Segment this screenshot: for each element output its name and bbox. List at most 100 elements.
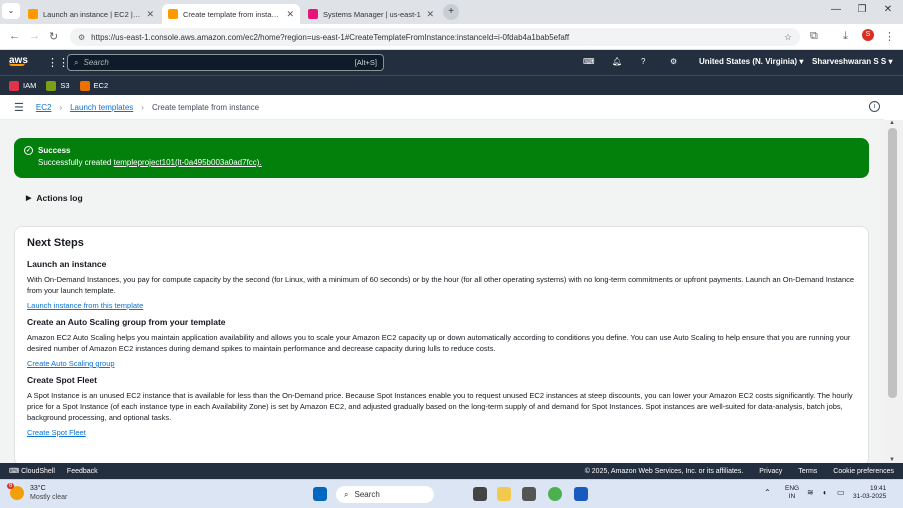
search-shortcut: [Alt+S] <box>354 58 377 67</box>
site-info-icon[interactable]: ⚙ <box>78 33 85 42</box>
next-steps-panel: Next Steps Launch an instance With On-De… <box>14 226 869 466</box>
help-icon[interactable]: ? <box>641 57 645 66</box>
close-tab-icon[interactable]: ✕ <box>286 9 294 20</box>
taskbar-search-label: Search <box>354 490 380 499</box>
account-menu[interactable]: Sharveshwaran S S ▾ <box>812 57 893 66</box>
windows-start-icon[interactable] <box>313 487 327 501</box>
notifications-bell-icon[interactable]: 🔔︎ <box>612 57 622 66</box>
region-selector[interactable]: United States (N. Virginia) ▾ <box>699 57 803 66</box>
language-indicator[interactable]: ENG IN <box>785 485 799 501</box>
template-link[interactable]: templeproject101(lt-0a495b003a0ad7fcc). <box>114 158 262 167</box>
tab-search-icon[interactable]: ⌄ <box>2 3 20 19</box>
chevron-right-icon: › <box>141 102 144 112</box>
battery-icon[interactable]: ▭ <box>837 488 845 497</box>
aws-logo[interactable]: aws <box>9 55 28 66</box>
volume-icon[interactable]: ◖ <box>822 488 827 497</box>
extensions-icon[interactable]: ⧉ <box>810 30 818 43</box>
feedback-link[interactable]: Feedback <box>67 468 98 475</box>
search-input[interactable]: ⌕ Search [Alt+S] <box>67 54 384 71</box>
weather-widget[interactable]: 6 33°C Mostly clear <box>7 483 68 502</box>
url-bar[interactable]: ⚙ https://us-east-1.console.aws.amazon.c… <box>70 28 800 46</box>
flash-message: Successfully created <box>38 158 114 167</box>
console-footer: ⌨ CloudShell Feedback © 2025, Amazon Web… <box>0 463 903 479</box>
word-icon[interactable] <box>574 487 588 501</box>
search-icon: ⌕ <box>74 57 79 67</box>
task-view-icon[interactable] <box>473 487 487 501</box>
step-auto-scaling: Create an Auto Scaling group from your t… <box>27 317 856 368</box>
systems-manager-favicon-icon <box>308 9 318 19</box>
language-label: ENG <box>785 485 800 492</box>
menu-hamburger-icon[interactable]: ☰ <box>14 101 24 114</box>
file-explorer-icon[interactable] <box>497 487 511 501</box>
privacy-link[interactable]: Privacy <box>759 468 782 475</box>
aws-favicon-icon <box>28 9 38 19</box>
weather-moon-icon: 6 <box>7 483 24 500</box>
tab-create-template[interactable]: Create template from instance | ✕ <box>162 4 300 24</box>
chevron-right-icon: › <box>59 102 63 112</box>
cloudshell-icon[interactable]: ⌨ <box>583 57 595 66</box>
close-tab-icon[interactable]: ✕ <box>146 9 154 20</box>
favorite-s3[interactable]: S3 <box>46 80 70 91</box>
weather-temp: 33°C <box>30 485 46 492</box>
create-auto-scaling-link[interactable]: Create Auto Scaling group <box>27 359 856 368</box>
account-name: Sharveshwaran S S <box>812 57 887 66</box>
new-tab-button[interactable]: + <box>443 4 459 20</box>
next-steps-title: Next Steps <box>27 237 84 249</box>
tab-label: Systems Manager | us-east-1 <box>323 9 421 19</box>
caret-right-icon: ▶ <box>26 195 32 202</box>
back-icon[interactable]: ← <box>9 30 20 42</box>
page-scrollbar[interactable]: ▲ ▼ <box>884 120 903 463</box>
favorite-label: S3 <box>60 81 70 90</box>
scrollbar-thumb[interactable] <box>888 128 897 398</box>
step-description: A Spot Instance is an unused EC2 instanc… <box>27 391 853 422</box>
step-heading: Create Spot Fleet <box>27 375 97 385</box>
ec2-service-icon <box>79 80 90 91</box>
step-heading: Create an Auto Scaling group from your t… <box>27 317 226 327</box>
breadcrumb-current: Create template from instance <box>151 102 260 112</box>
main-content: ✓ Success Successfully created templepro… <box>0 120 884 466</box>
favorite-iam[interactable]: IAM <box>9 80 36 91</box>
actions-log-expander[interactable]: ▶ Actions log <box>26 193 83 203</box>
download-icon[interactable]: ⤓ <box>843 30 848 43</box>
tray-chevron-up-icon[interactable]: ⌃ <box>764 488 771 497</box>
settings-gear-icon[interactable]: ⚙ <box>670 57 677 66</box>
wifi-icon[interactable]: ≋ <box>807 488 814 497</box>
url-text: https://us-east-1.console.aws.amazon.com… <box>91 32 570 42</box>
favorite-label: EC2 <box>93 81 109 90</box>
services-grid-icon[interactable]: ⋮⋮ <box>47 56 69 69</box>
taskbar-search[interactable]: ⌕ Search <box>336 486 434 503</box>
tab-systems-manager[interactable]: Systems Manager | us-east-1 ✕ <box>302 4 440 24</box>
cookie-preferences-link[interactable]: Cookie preferences <box>833 468 894 475</box>
minimize-icon[interactable]: — <box>822 4 850 15</box>
actions-log-label: Actions log <box>36 193 83 203</box>
restore-icon[interactable]: ❐ <box>848 4 876 15</box>
create-spot-fleet-link[interactable]: Create Spot Fleet <box>27 428 856 437</box>
reload-icon[interactable]: ↻ <box>49 30 58 43</box>
breadcrumb-launch-templates[interactable]: Launch templates <box>70 103 133 112</box>
tab-launch-instance[interactable]: Launch an instance | EC2 | us-e ✕ <box>22 4 160 24</box>
close-window-icon[interactable]: ✕ <box>874 4 902 15</box>
search-placeholder: Search <box>83 58 109 67</box>
favorite-ec2[interactable]: EC2 <box>79 80 109 91</box>
profile-avatar[interactable]: S <box>862 29 874 41</box>
info-icon[interactable]: i <box>869 101 880 112</box>
cloudshell-button[interactable]: ⌨ CloudShell <box>9 467 55 475</box>
search-icon: ⌕ <box>344 489 349 499</box>
scroll-up-icon[interactable]: ▲ <box>889 120 895 126</box>
browser-tab-strip: ⌄ Launch an instance | EC2 | us-e ✕ Crea… <box>0 0 903 24</box>
breadcrumb-ec2[interactable]: EC2 <box>36 103 52 112</box>
weather-desc: Mostly clear <box>30 494 68 501</box>
terms-link[interactable]: Terms <box>798 468 817 475</box>
app-icon[interactable] <box>522 487 536 501</box>
cloudshell-footer-icon: ⌨ <box>9 468 20 475</box>
region-label: United States (N. Virginia) <box>699 57 798 66</box>
forward-icon[interactable]: → <box>29 30 40 42</box>
launch-instance-link[interactable]: Launch instance from this template <box>27 301 856 310</box>
clock[interactable]: 19:41 31-03-2025 <box>853 485 886 501</box>
chrome-icon[interactable] <box>548 487 562 501</box>
bookmark-star-icon[interactable]: ☆ <box>784 32 792 43</box>
address-bar: ← → ↻ ⚙ https://us-east-1.console.aws.am… <box>0 24 903 50</box>
browser-menu-icon[interactable]: ⋮ <box>884 30 895 43</box>
close-tab-icon[interactable]: ✕ <box>426 9 434 20</box>
step-spot-fleet: Create Spot Fleet A Spot Instance is an … <box>27 375 856 437</box>
